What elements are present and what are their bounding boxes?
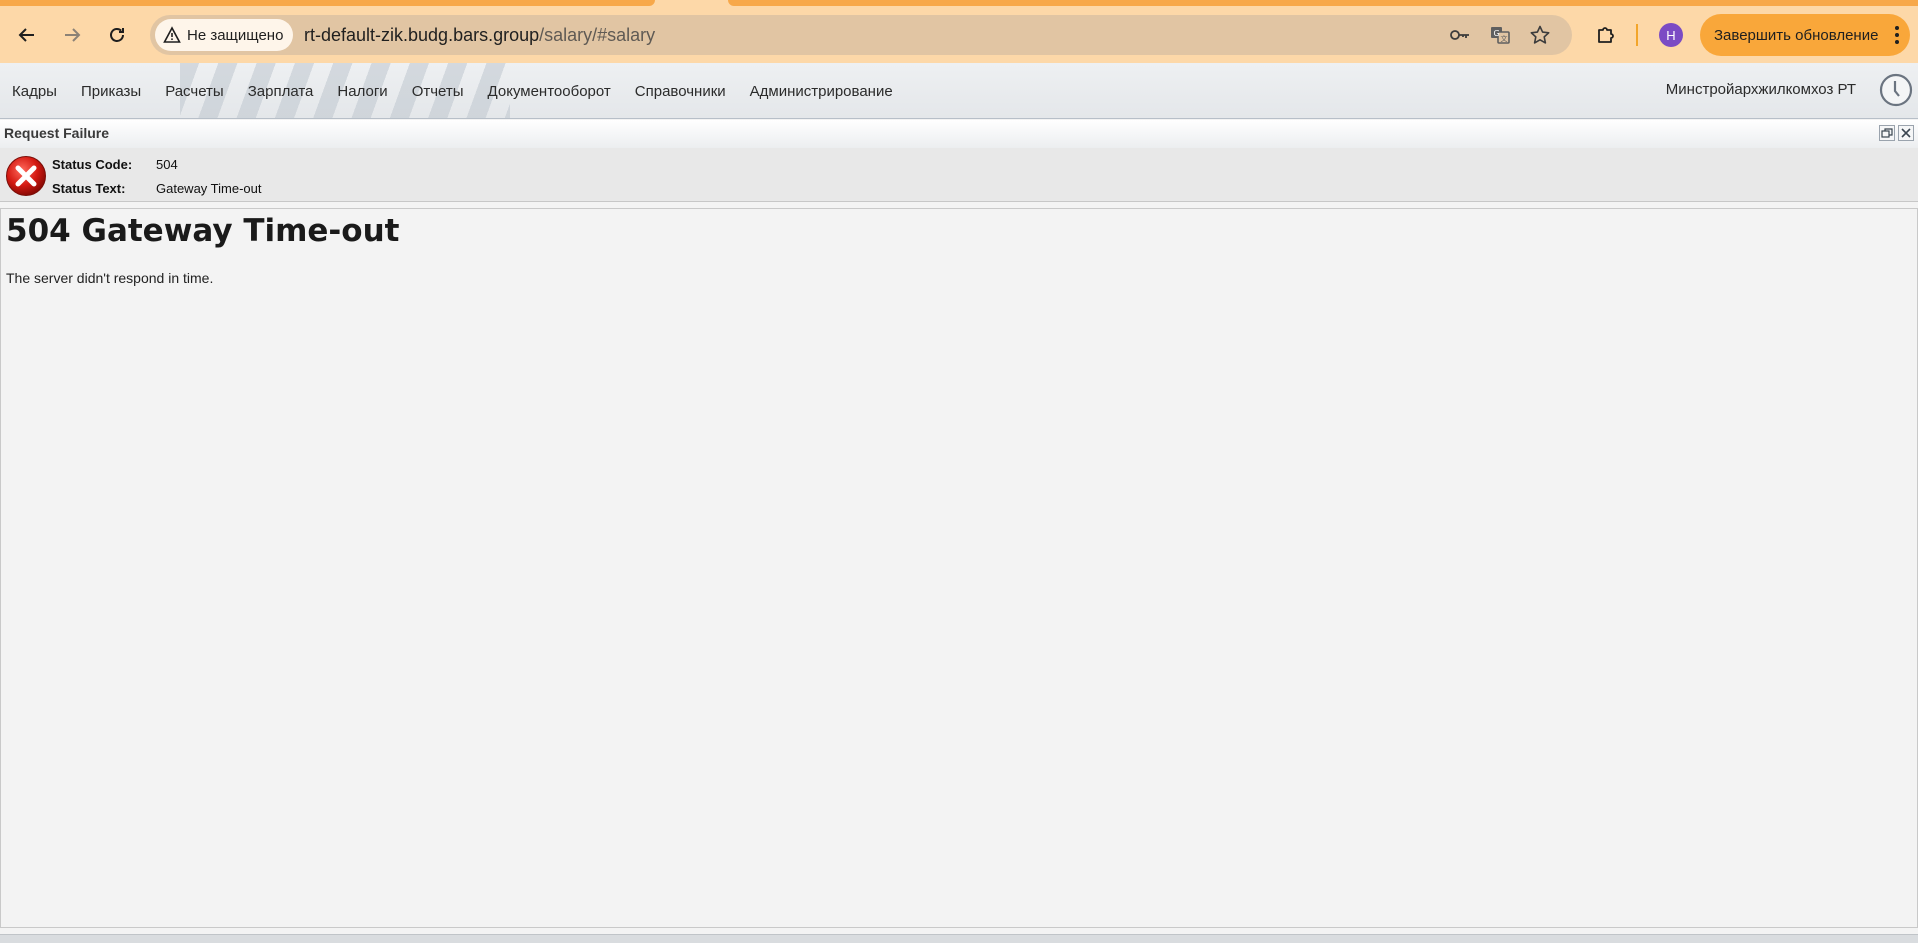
more-vert-icon bbox=[1895, 26, 1899, 44]
extensions-button[interactable] bbox=[1592, 21, 1620, 49]
menu-item-kadry[interactable]: Кадры bbox=[0, 83, 69, 100]
warning-icon bbox=[163, 26, 181, 43]
status-bar bbox=[0, 934, 1918, 943]
restore-icon bbox=[1881, 128, 1893, 138]
arrow-right-icon bbox=[65, 28, 81, 42]
close-icon bbox=[1901, 128, 1911, 138]
reload-icon bbox=[110, 28, 124, 42]
clock-icon[interactable] bbox=[1878, 72, 1914, 108]
status-text-label: Status Text: bbox=[52, 181, 126, 196]
update-button[interactable]: Завершить обновление bbox=[1700, 14, 1910, 56]
menu-item-administrirovanie[interactable]: Администрирование bbox=[738, 83, 905, 100]
close-button[interactable] bbox=[1898, 125, 1914, 141]
menu-item-otchety[interactable]: Отчеты bbox=[400, 83, 476, 100]
menu-item-nalogi[interactable]: Налоги bbox=[325, 83, 399, 100]
url-host: rt-default-zik.budg.bars.group bbox=[304, 25, 540, 45]
status-code-label: Status Code: bbox=[52, 157, 133, 172]
forward-button[interactable] bbox=[56, 19, 88, 51]
status-text-row: Status Text: Gateway Time-out bbox=[52, 181, 262, 196]
error-heading: 504 Gateway Time-out bbox=[6, 213, 400, 249]
menu-item-prikazy[interactable]: Приказы bbox=[69, 83, 153, 100]
star-icon bbox=[1530, 25, 1550, 44]
organization-name[interactable]: Минстройархжилкомхоз РТ bbox=[1666, 81, 1856, 98]
svg-text:文: 文 bbox=[1501, 34, 1508, 43]
menu-item-raschety[interactable]: Расчеты bbox=[153, 83, 236, 100]
update-button-label: Завершить обновление bbox=[1714, 26, 1879, 44]
url-text: rt-default-zik.budg.bars.group/salary/#s… bbox=[304, 25, 655, 46]
reload-button[interactable] bbox=[101, 19, 133, 51]
status-code-value: 504 bbox=[156, 157, 178, 172]
bookmark-button[interactable] bbox=[1528, 23, 1552, 47]
security-label: Не защищено bbox=[187, 26, 284, 44]
security-chip[interactable]: Не защищено bbox=[155, 19, 294, 51]
error-window-title: Request Failure bbox=[4, 125, 110, 141]
restore-button[interactable] bbox=[1879, 125, 1895, 141]
status-code-row: Status Code: 504 bbox=[52, 157, 178, 172]
error-icon bbox=[6, 156, 46, 196]
tab-strip bbox=[0, 0, 655, 6]
error-message: The server didn't respond in time. bbox=[6, 270, 214, 286]
profile-avatar[interactable]: Н bbox=[1659, 23, 1683, 47]
error-response-body: 504 Gateway Time-out The server didn't r… bbox=[0, 208, 1918, 928]
menu-item-dokumentooborot[interactable]: Документооборот bbox=[476, 83, 623, 100]
main-menu: Кадры Приказы Расчеты Зарплата Налоги От… bbox=[0, 63, 905, 118]
toolbar-separator bbox=[1636, 24, 1638, 46]
back-button[interactable] bbox=[11, 19, 43, 51]
key-icon bbox=[1450, 30, 1469, 40]
puzzle-icon bbox=[1598, 27, 1614, 43]
status-text-value: Gateway Time-out bbox=[156, 181, 262, 196]
status-details: Status Code: 504 Status Text: Gateway Time… bbox=[0, 148, 1918, 202]
menu-item-spravochniki[interactable]: Справочники bbox=[623, 83, 738, 100]
tab-strip bbox=[728, 0, 1918, 6]
translate-icon: G文 bbox=[1491, 27, 1510, 44]
arrow-left-icon bbox=[18, 28, 34, 42]
translate-button[interactable]: G文 bbox=[1488, 23, 1512, 47]
password-key-button[interactable] bbox=[1448, 23, 1472, 47]
url-path: /salary/#salary bbox=[539, 25, 656, 45]
address-bar[interactable]: Не защищено rt-default-zik.budg.bars.gro… bbox=[150, 15, 1572, 55]
browser-toolbar: Не защищено rt-default-zik.budg.bars.gro… bbox=[0, 0, 1918, 63]
error-window-header: Request Failure bbox=[0, 120, 1918, 148]
svg-text:G: G bbox=[1494, 29, 1500, 38]
app-menubar: Кадры Приказы Расчеты Зарплата Налоги От… bbox=[0, 63, 1918, 119]
menu-item-zarplata[interactable]: Зарплата bbox=[236, 83, 326, 100]
